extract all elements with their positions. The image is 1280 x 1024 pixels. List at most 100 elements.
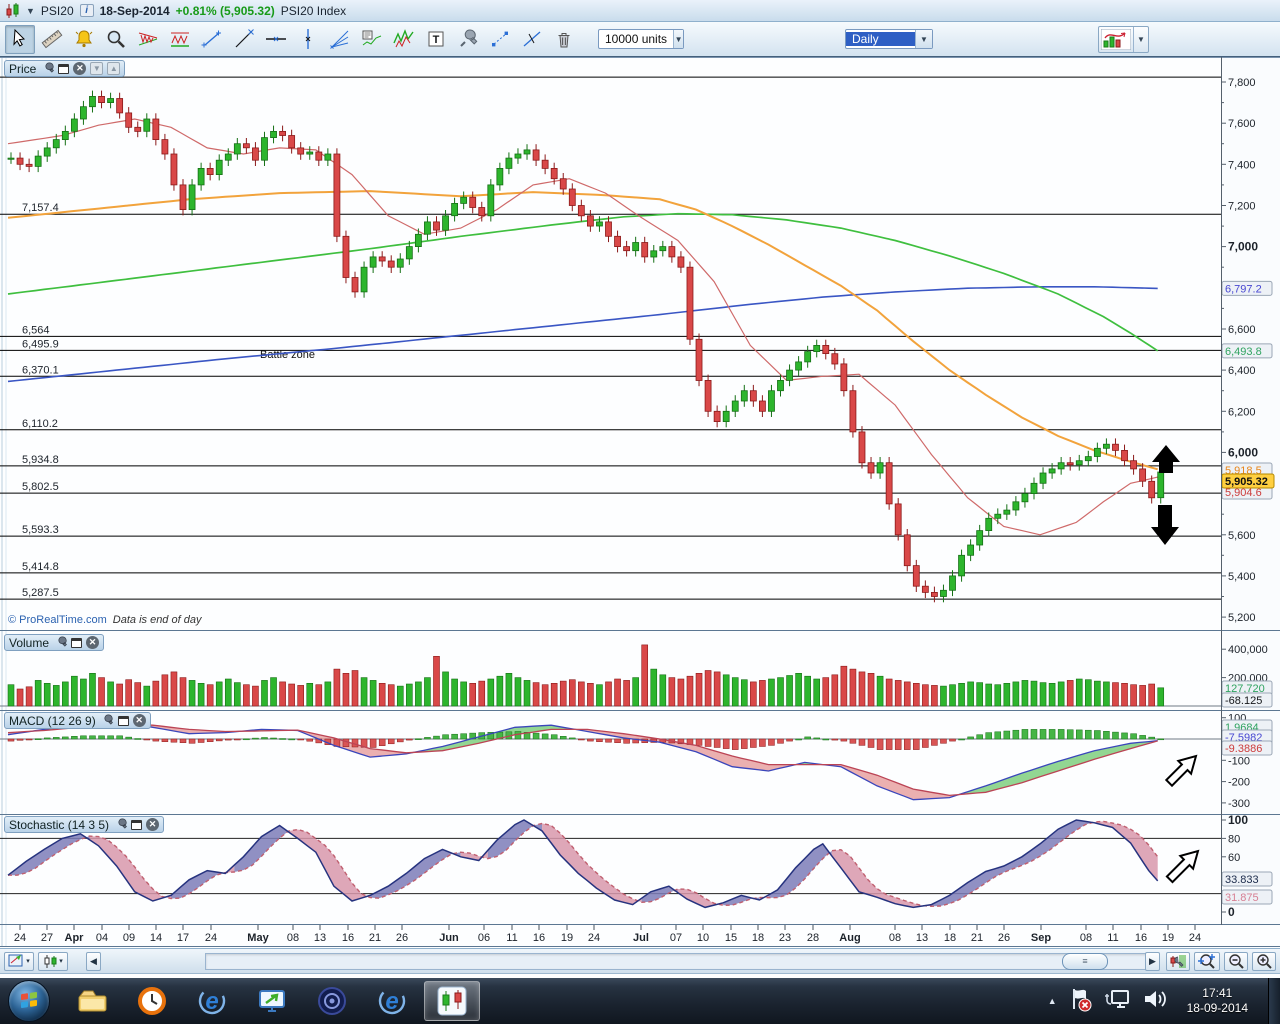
scroll-left-button[interactable]: ◀	[86, 951, 101, 971]
instrument-dropdown-arrow-icon[interactable]: ▼	[26, 6, 35, 16]
start-button[interactable]	[8, 980, 50, 1022]
close-icon[interactable]: ✕	[86, 636, 100, 649]
tool-trendline-button[interactable]	[229, 25, 259, 54]
channel-icon	[171, 32, 189, 47]
tool-horizontal-line-button[interactable]	[261, 25, 291, 54]
scrollbar-thumb[interactable]: ≡	[1062, 952, 1108, 970]
chart-style-icon	[1099, 27, 1133, 52]
svg-text:80: 80	[1228, 833, 1240, 845]
wrench-icon[interactable]	[40, 62, 54, 75]
svg-text:26: 26	[396, 932, 408, 944]
action-center-icon[interactable]	[1067, 986, 1093, 1017]
units-dropdown[interactable]: 10000 units ▼	[598, 29, 684, 49]
tool-vertical-line-button[interactable]	[293, 25, 323, 54]
svg-text:T: T	[433, 34, 440, 46]
chart-style-button[interactable]: ▼	[1098, 26, 1149, 53]
tool-regression-button[interactable]	[357, 25, 387, 54]
volume-panel-header: Volume ✕	[4, 634, 105, 651]
close-icon[interactable]: ✕	[73, 62, 87, 75]
units-dropdown-arrow-icon[interactable]: ▼	[673, 30, 683, 48]
svg-text:21: 21	[369, 932, 381, 944]
taskbar-clock[interactable]: 17:41 18-09-2014	[1187, 986, 1248, 1016]
copyright-text: © ProRealTime.com	[8, 614, 107, 626]
tool-zigzag-button[interactable]	[389, 25, 419, 54]
svg-text:May: May	[247, 932, 269, 944]
scroll-right-button[interactable]: ▶	[1145, 951, 1160, 971]
svg-text:07: 07	[670, 932, 682, 944]
svg-text:Apr: Apr	[65, 932, 85, 944]
close-icon[interactable]: ✕	[146, 818, 160, 831]
tool-dotted-segment-button[interactable]	[485, 25, 515, 54]
taskbar-app-clock[interactable]	[124, 981, 180, 1021]
tool-select-button[interactable]	[5, 24, 35, 54]
taskbar-app-internet-explorer-2[interactable]: e	[364, 981, 420, 1021]
tool-channel-button[interactable]	[165, 25, 195, 54]
wrench-icon[interactable]	[100, 714, 114, 727]
svg-text:7,200: 7,200	[1228, 200, 1256, 212]
tool-text-button[interactable]: T	[421, 25, 451, 54]
volume-icon[interactable]	[1141, 986, 1167, 1017]
network-icon[interactable]	[1103, 986, 1131, 1017]
svg-text:11: 11	[1107, 932, 1118, 944]
svg-text:5,400: 5,400	[1228, 571, 1256, 583]
move-up-icon[interactable]: ▲	[107, 62, 121, 75]
taskbar-app-media-app[interactable]	[304, 981, 360, 1021]
svg-text:33.833: 33.833	[1225, 874, 1259, 886]
tool-zoom-button[interactable]	[101, 25, 131, 54]
cross-line-icon	[523, 31, 541, 47]
svg-text:6,400: 6,400	[1228, 365, 1256, 377]
internet-explorer-2-icon: e	[378, 987, 406, 1015]
tool-delete-button[interactable]	[549, 25, 579, 54]
tool-tools-button[interactable]	[453, 25, 483, 54]
stochastic-panel-header: Stochastic (14 3 5) ✕	[4, 816, 165, 833]
window-icon[interactable]	[117, 715, 129, 726]
window-icon[interactable]	[71, 637, 83, 648]
pattern-icon	[138, 32, 158, 46]
zoom-out-button[interactable]	[1224, 951, 1248, 971]
chart-canvas: 7,157.46,5646,495.96,370.16,110.25,934.8…	[0, 57, 1280, 948]
move-down-icon[interactable]: ▼	[90, 62, 104, 75]
tool-cross-line-button[interactable]	[517, 25, 547, 54]
svg-text:19: 19	[561, 932, 573, 944]
svg-text:6,564: 6,564	[22, 324, 50, 336]
svg-text:08: 08	[1080, 932, 1092, 944]
tray-expand-icon[interactable]: ▲	[1048, 996, 1057, 1006]
taskbar-apps: ee	[62, 981, 482, 1021]
taskbar-app-folder[interactable]	[64, 981, 120, 1021]
chart-settings-button[interactable]	[1166, 951, 1190, 971]
chart-style-dropdown-arrow-icon[interactable]: ▼	[1133, 27, 1148, 52]
taskbar-app-remote-desktop[interactable]	[244, 981, 300, 1021]
svg-text:-300: -300	[1228, 798, 1250, 810]
info-icon[interactable]: i	[79, 4, 94, 17]
svg-text:08: 08	[889, 932, 901, 944]
svg-text:5,600: 5,600	[1228, 530, 1256, 542]
tool-alarm-button[interactable]	[69, 25, 99, 54]
svg-text:Aug: Aug	[839, 932, 860, 944]
zoom-fit-button[interactable]	[1194, 951, 1220, 971]
timeframe-dropdown-arrow-icon[interactable]: ▼	[915, 30, 932, 48]
svg-text:60: 60	[1228, 852, 1240, 864]
svg-text:17: 17	[177, 932, 189, 944]
clock-icon	[138, 987, 166, 1015]
taskbar-app-chart-app[interactable]	[424, 981, 480, 1021]
show-desktop-button[interactable]	[1268, 978, 1280, 1024]
bar-spacing-button[interactable]: ▾	[38, 951, 68, 971]
scrollbar-track[interactable]	[205, 952, 1157, 970]
tool-segment-button[interactable]	[197, 25, 227, 54]
svg-text:24: 24	[588, 932, 600, 944]
svg-text:5,287.5: 5,287.5	[22, 587, 59, 599]
scale-mode-button[interactable]: ▾	[4, 951, 34, 971]
wrench-icon[interactable]	[53, 636, 67, 649]
trendline-icon	[235, 29, 254, 48]
close-icon[interactable]: ✕	[132, 714, 146, 727]
tool-fan-lines-button[interactable]	[325, 25, 355, 54]
tool-ruler-button[interactable]	[37, 25, 67, 54]
timeframe-dropdown[interactable]: Daily ▼	[845, 29, 933, 49]
taskbar-app-internet-explorer[interactable]: e	[184, 981, 240, 1021]
window-icon[interactable]	[131, 819, 143, 830]
tool-pattern-button[interactable]	[133, 25, 163, 54]
zoom-in-button[interactable]	[1252, 951, 1276, 971]
window-icon[interactable]	[58, 63, 70, 74]
wrench-icon[interactable]	[113, 818, 127, 831]
svg-text:27: 27	[41, 932, 53, 944]
